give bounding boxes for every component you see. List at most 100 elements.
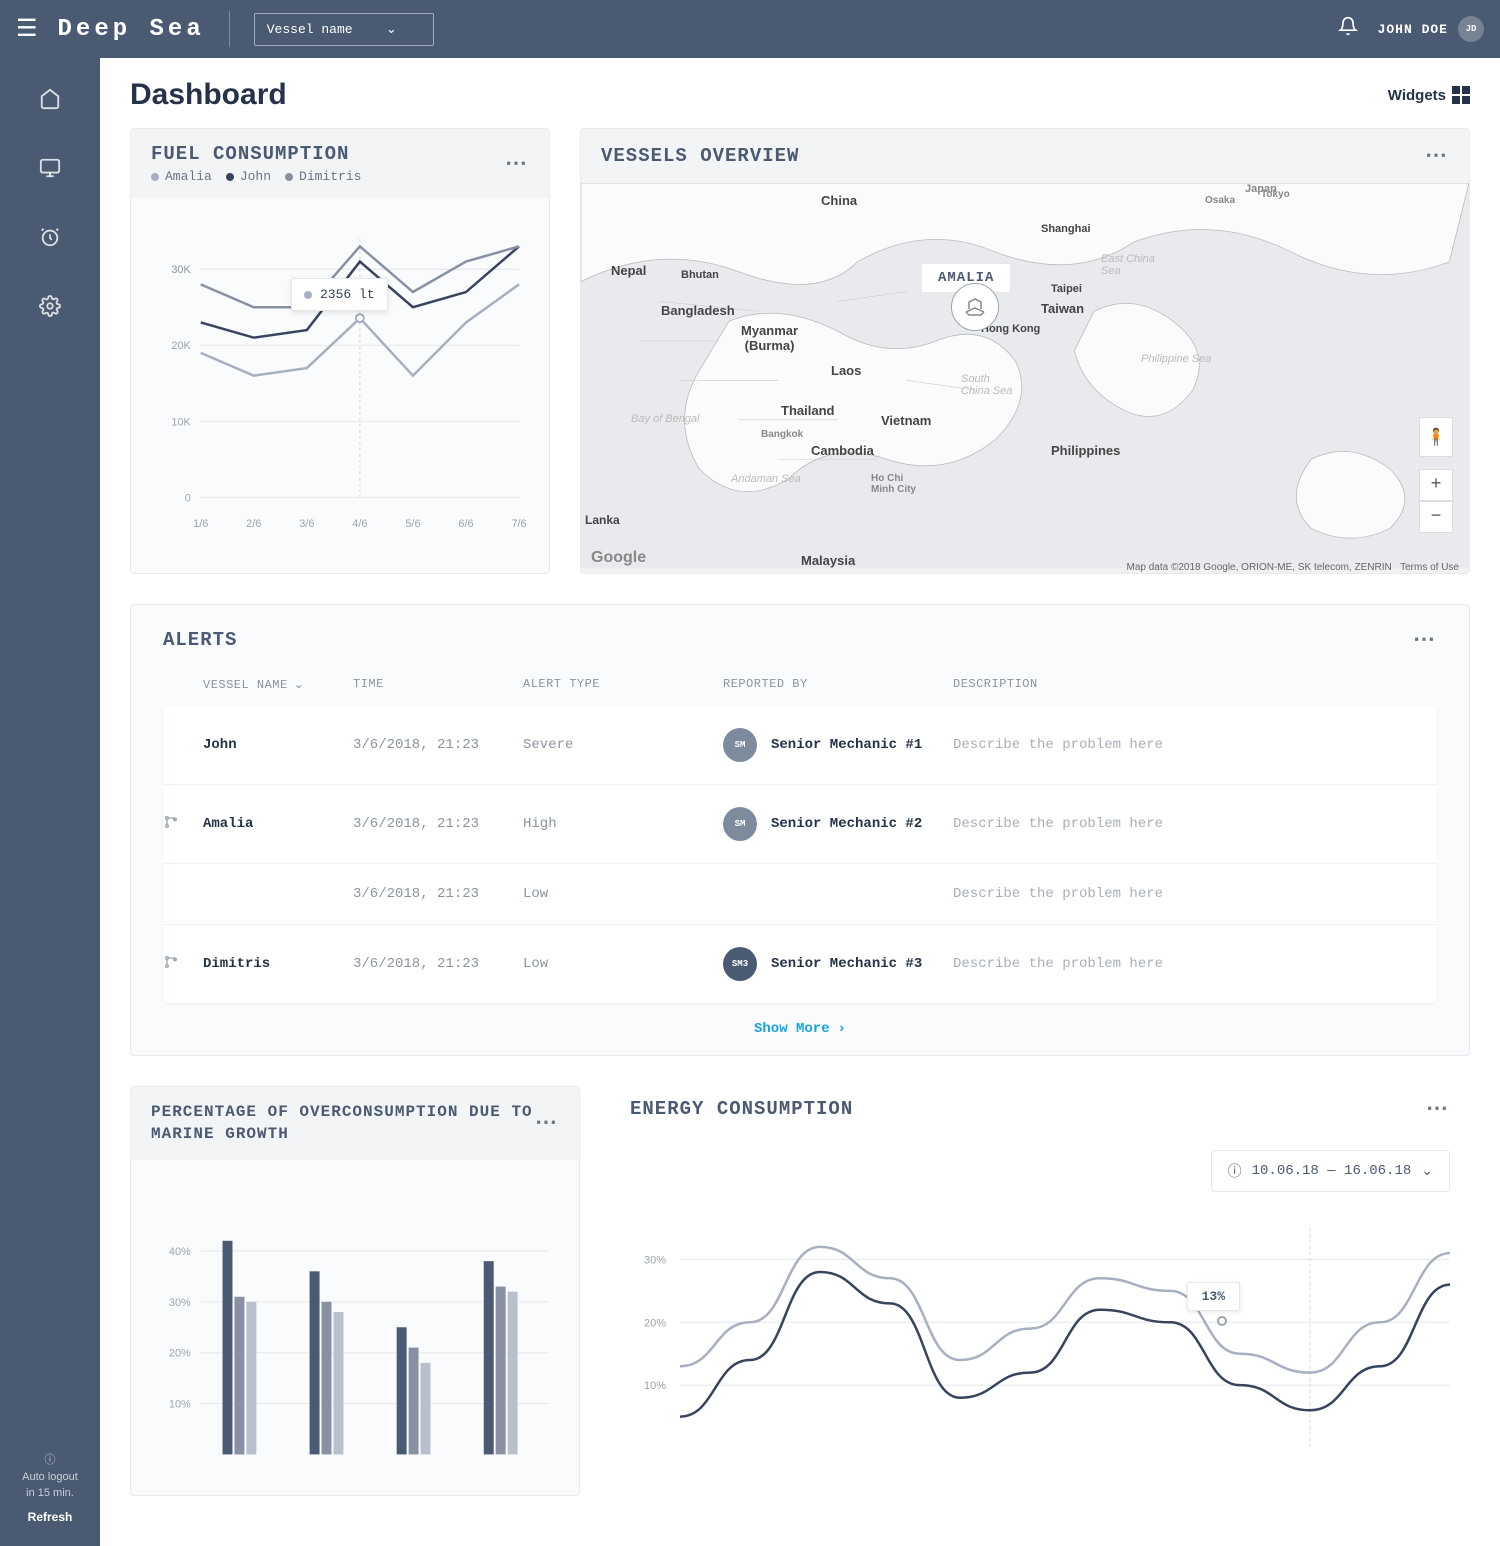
- table-row[interactable]: Amalia 3/6/2018, 21:23 High SM Senior Me…: [163, 785, 1437, 864]
- energy-title: ENERGY CONSUMPTION: [630, 1098, 853, 1120]
- map-label: Philippine Sea: [1141, 353, 1211, 365]
- svg-text:30K: 30K: [171, 264, 191, 276]
- map-zoom-in[interactable]: +: [1419, 469, 1453, 501]
- alerts-card: ALERTS ⋯ VESSEL NAME ⌄ TIME ALERT TYPE R…: [130, 604, 1470, 1056]
- overconsumption-card: PERCENTAGE OF OVERCONSUMPTION DUE TO MAR…: [130, 1086, 580, 1496]
- th-reported-by[interactable]: REPORTED BY: [723, 677, 953, 692]
- map-vessel-pin[interactable]: [951, 283, 999, 331]
- svg-text:4/6: 4/6: [352, 518, 367, 530]
- card-more-icon[interactable]: ⋯: [1426, 1096, 1450, 1122]
- app-header: ☰ Deep Sea Vessel name ⌄ JOHN DOE JD: [0, 0, 1500, 58]
- main-content: Dashboard Widgets FUEL CONSUMPTION Amali…: [100, 58, 1500, 1546]
- branch-icon: [163, 954, 203, 975]
- table-row[interactable]: Dimitris 3/6/2018, 21:23 Low SM3 Senior …: [163, 925, 1437, 1003]
- sidebar: ⓘ Auto logout in 15 min. Refresh: [0, 58, 100, 1546]
- table-row[interactable]: John 3/6/2018, 21:23 Severe SM Senior Me…: [163, 706, 1437, 785]
- reporter-name: Senior Mechanic #3: [771, 956, 922, 972]
- map-pegman-icon[interactable]: 🧍: [1419, 417, 1453, 457]
- reporter-name: Senior Mechanic #2: [771, 816, 922, 832]
- sidebar-home-icon[interactable]: [39, 88, 61, 117]
- card-more-icon[interactable]: ⋯: [535, 1110, 559, 1136]
- svg-text:10%: 10%: [169, 1398, 191, 1410]
- menu-icon[interactable]: ☰: [16, 14, 38, 44]
- map-label: Laos: [831, 363, 861, 378]
- map-label: Bay of Bengal: [631, 413, 700, 425]
- legend-dimitris: Dimitris: [299, 169, 361, 184]
- page-title: Dashboard: [130, 78, 287, 112]
- map-label: Ho Chi Minh City: [871, 473, 916, 495]
- reporter: SM Senior Mechanic #1: [723, 728, 953, 762]
- svg-text:6/6: 6/6: [458, 518, 473, 530]
- alert-description: Describe the problem here: [953, 886, 1437, 902]
- widgets-grid-icon: [1452, 86, 1470, 104]
- divider: [229, 11, 230, 47]
- alert-time: 3/6/2018, 21:23: [353, 737, 523, 753]
- vessel-select-placeholder: Vessel name: [267, 22, 353, 37]
- logout-text-2: in 15 min.: [22, 1485, 78, 1502]
- show-more-link[interactable]: Show More ›: [163, 1003, 1437, 1045]
- map-label: Myanmar (Burma): [741, 323, 798, 353]
- over-title: PERCENTAGE OF OVERCONSUMPTION DUE TO MAR…: [151, 1101, 535, 1146]
- reporter: SM Senior Mechanic #2: [723, 807, 953, 841]
- notifications-icon[interactable]: [1338, 16, 1358, 43]
- legend-john: John: [240, 169, 271, 184]
- chevron-down-icon: ⌄: [386, 22, 397, 37]
- svg-text:30%: 30%: [169, 1297, 191, 1309]
- svg-text:10%: 10%: [644, 1380, 666, 1392]
- svg-text:5/6: 5/6: [405, 518, 420, 530]
- alert-description: Describe the problem here: [953, 737, 1437, 753]
- fuel-chart: 010K20K30K30K1/62/63/64/65/66/67/6 2356 …: [131, 198, 549, 563]
- th-alert-type[interactable]: ALERT TYPE: [523, 677, 723, 692]
- th-vessel-name[interactable]: VESSEL NAME ⌄: [203, 677, 353, 692]
- map[interactable]: China Japan Osaka Tokyo Shanghai Nepal B…: [581, 183, 1469, 573]
- map-google-logo: Google: [591, 549, 646, 567]
- logout-text-1: Auto logout: [22, 1469, 78, 1486]
- map-label: Bangladesh: [661, 303, 735, 318]
- map-label: Taiwan: [1041, 301, 1084, 316]
- th-time[interactable]: TIME: [353, 677, 523, 692]
- svg-text:7/6: 7/6: [511, 518, 526, 530]
- alert-time: 3/6/2018, 21:23: [353, 886, 523, 902]
- energy-card: ENERGY CONSUMPTION ⋯ ⓘ 10.06.18 — 16.06.…: [610, 1086, 1470, 1496]
- user-menu[interactable]: JOHN DOE JD: [1378, 16, 1484, 42]
- reporter-badge: SM3: [723, 947, 757, 981]
- map-label: Tokyo: [1261, 189, 1290, 200]
- svg-text:30%: 30%: [644, 1254, 666, 1266]
- fuel-legend: Amalia John Dimitris: [151, 169, 361, 184]
- header-right: JOHN DOE JD: [1338, 16, 1484, 43]
- svg-text:20%: 20%: [644, 1317, 666, 1329]
- sidebar-settings-icon[interactable]: [39, 295, 61, 324]
- overconsumption-chart: 10%20%30%40%: [131, 1160, 579, 1495]
- user-name: JOHN DOE: [1378, 22, 1448, 37]
- alerts-title: ALERTS: [163, 629, 237, 651]
- card-more-icon[interactable]: ⋯: [505, 151, 529, 177]
- map-label: Thailand: [781, 403, 834, 418]
- map-zoom-out[interactable]: −: [1419, 501, 1453, 533]
- sidebar-clock-icon[interactable]: [39, 226, 61, 255]
- card-more-icon[interactable]: ⋯: [1413, 627, 1437, 653]
- th-description[interactable]: DESCRIPTION: [953, 677, 1437, 692]
- card-more-icon[interactable]: ⋯: [1425, 143, 1449, 169]
- avatar: JD: [1458, 16, 1484, 42]
- refresh-link[interactable]: Refresh: [22, 1508, 78, 1526]
- sidebar-monitor-icon[interactable]: [39, 157, 61, 186]
- alert-time: 3/6/2018, 21:23: [353, 956, 523, 972]
- reporter-badge: SM: [723, 807, 757, 841]
- legend-amalia: Amalia: [165, 169, 212, 184]
- fuel-tooltip-value: 2356 lt: [320, 287, 375, 302]
- vessel-select[interactable]: Vessel name ⌄: [254, 13, 434, 46]
- vessel-name: Amalia: [203, 816, 353, 832]
- svg-text:0: 0: [185, 492, 191, 504]
- svg-text:10K: 10K: [171, 416, 191, 428]
- alert-description: Describe the problem here: [953, 956, 1437, 972]
- map-label: Andaman Sea: [731, 473, 801, 485]
- alert-type: Severe: [523, 737, 723, 753]
- svg-text:20K: 20K: [171, 340, 191, 352]
- widgets-button[interactable]: Widgets: [1388, 86, 1470, 104]
- table-row[interactable]: 3/6/2018, 21:23 Low Describe the problem…: [163, 864, 1437, 925]
- map-terms-link[interactable]: Terms of Use: [1400, 562, 1459, 573]
- branch-icon: [163, 814, 203, 835]
- vessel-name: John: [203, 737, 353, 753]
- app-logo: Deep Sea: [58, 16, 205, 43]
- map-label: Cambodia: [811, 443, 874, 458]
